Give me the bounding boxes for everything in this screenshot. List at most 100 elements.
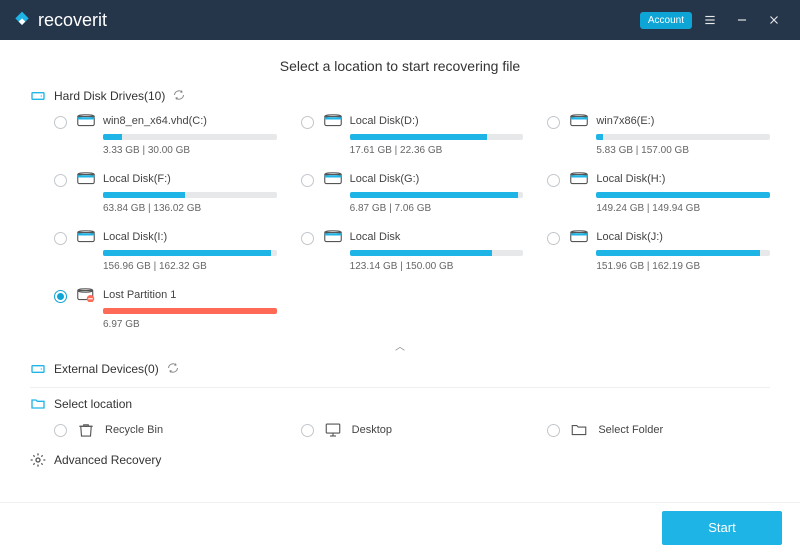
drive-size: 3.33 GB | 30.00 GB	[103, 145, 277, 156]
folder-icon	[570, 422, 588, 438]
drive-body: Local Disk(J:)151.96 GB | 162.19 GB	[570, 230, 770, 272]
drive-size: 149.24 GB | 149.94 GB	[596, 203, 770, 214]
disk-icon	[77, 230, 95, 244]
section-external-label: External Devices(0)	[54, 362, 159, 376]
drive-item[interactable]: win7x86(E:)5.83 GB | 157.00 GB	[547, 114, 770, 156]
location-label: Desktop	[352, 424, 392, 436]
drive-size: 156.96 GB | 162.32 GB	[103, 261, 277, 272]
drive-size: 6.87 GB | 7.06 GB	[350, 203, 524, 214]
drive-body: Lost Partition 1 6.97 GB	[77, 288, 277, 330]
folder-open-icon	[30, 396, 46, 412]
drive-body: win7x86(E:)5.83 GB | 157.00 GB	[570, 114, 770, 156]
radio-icon[interactable]	[547, 116, 560, 129]
radio-icon[interactable]	[301, 232, 314, 245]
usage-bar	[103, 308, 277, 314]
drive-name: Local Disk(D:)	[350, 115, 419, 127]
drive-item[interactable]: Local Disk(G:) 6.87 GB | 7.06 GB	[301, 172, 524, 214]
radio-icon[interactable]	[301, 116, 314, 129]
section-select-location[interactable]: Select location	[30, 396, 770, 412]
external-device-icon	[30, 361, 46, 377]
section-hard-disks-label: Hard Disk Drives(10)	[54, 89, 165, 103]
app-logo: recoverit	[12, 10, 640, 31]
account-button[interactable]: Account	[640, 12, 692, 29]
logo-icon	[12, 10, 32, 30]
radio-icon[interactable]	[301, 174, 314, 187]
drive-name: Local Disk(J:)	[596, 231, 663, 243]
drive-body: Local Disk(I:)156.96 GB | 162.32 GB	[77, 230, 277, 272]
desktop-icon	[324, 422, 342, 438]
page-title: Select a location to start recovering fi…	[30, 58, 770, 74]
usage-bar	[103, 134, 277, 140]
radio-icon[interactable]	[547, 232, 560, 245]
drive-item[interactable]: Local Disk(H:) 149.24 GB | 149.94 GB	[547, 172, 770, 214]
usage-bar	[103, 192, 277, 198]
minimize-icon[interactable]	[728, 6, 756, 34]
main-content: Select a location to start recovering fi…	[0, 40, 800, 502]
radio-icon[interactable]	[301, 424, 314, 437]
refresh-icon[interactable]	[167, 362, 179, 377]
app-name: recoverit	[38, 10, 107, 31]
radio-icon[interactable]	[54, 116, 67, 129]
drive-body: Local Disk(G:) 6.87 GB | 7.06 GB	[324, 172, 524, 214]
section-advanced-label: Advanced Recovery	[54, 453, 161, 467]
drive-name: Local Disk(H:)	[596, 173, 665, 185]
usage-bar	[596, 250, 770, 256]
location-item[interactable]: Select Folder	[547, 422, 770, 438]
radio-icon[interactable]	[54, 424, 67, 437]
location-row: Recycle Bin Desktop Select Folder	[30, 422, 770, 438]
drive-item[interactable]: Local Disk123.14 GB | 150.00 GB	[301, 230, 524, 272]
drive-item[interactable]: Lost Partition 1 6.97 GB	[54, 288, 277, 330]
drive-item[interactable]: win8_en_x64.vhd(C:) 3.33 GB | 30.00 GB	[54, 114, 277, 156]
section-external[interactable]: External Devices(0)	[30, 361, 770, 377]
disk-icon	[77, 114, 95, 128]
radio-icon[interactable]	[54, 232, 67, 245]
drive-item[interactable]: Local Disk(D:) 17.61 GB | 22.36 GB	[301, 114, 524, 156]
section-select-location-label: Select location	[54, 397, 132, 411]
usage-bar	[350, 192, 524, 198]
drive-size: 5.83 GB | 157.00 GB	[596, 145, 770, 156]
drive-name: Local Disk(G:)	[350, 173, 420, 185]
section-hard-disks[interactable]: Hard Disk Drives(10)	[30, 88, 770, 104]
collapse-toggle[interactable]: ︿	[30, 338, 770, 353]
drive-body: win8_en_x64.vhd(C:) 3.33 GB | 30.00 GB	[77, 114, 277, 156]
location-label: Recycle Bin	[105, 424, 163, 436]
usage-bar	[596, 134, 770, 140]
drive-item[interactable]: Local Disk(I:)156.96 GB | 162.32 GB	[54, 230, 277, 272]
drive-body: Local Disk(D:) 17.61 GB | 22.36 GB	[324, 114, 524, 156]
disk-icon	[570, 114, 588, 128]
disk-icon	[324, 172, 342, 186]
usage-bar	[350, 250, 524, 256]
drive-name: Lost Partition 1	[103, 289, 176, 301]
radio-icon[interactable]	[547, 174, 560, 187]
disk-icon	[324, 230, 342, 244]
usage-bar	[596, 192, 770, 198]
drive-body: Local Disk123.14 GB | 150.00 GB	[324, 230, 524, 272]
drive-item[interactable]: Local Disk(F:)63.84 GB | 136.02 GB	[54, 172, 277, 214]
usage-bar	[103, 250, 277, 256]
drive-size: 123.14 GB | 150.00 GB	[350, 261, 524, 272]
location-item[interactable]: Recycle Bin	[54, 422, 277, 438]
drive-item[interactable]: Local Disk(J:)151.96 GB | 162.19 GB	[547, 230, 770, 272]
hard-disk-icon	[30, 88, 46, 104]
disk-icon	[570, 230, 588, 244]
menu-icon[interactable]	[696, 6, 724, 34]
radio-icon[interactable]	[547, 424, 560, 437]
drive-size: 17.61 GB | 22.36 GB	[350, 145, 524, 156]
drive-body: Local Disk(H:) 149.24 GB | 149.94 GB	[570, 172, 770, 214]
radio-icon[interactable]	[54, 290, 67, 303]
disk-icon	[570, 172, 588, 186]
recycle-bin-icon	[77, 422, 95, 438]
start-button[interactable]: Start	[662, 511, 782, 545]
gear-icon	[30, 452, 46, 468]
drive-size: 6.97 GB	[103, 319, 277, 330]
disk-icon	[324, 114, 342, 128]
drive-name: win8_en_x64.vhd(C:)	[103, 115, 207, 127]
lost-disk-icon	[77, 288, 95, 302]
section-advanced[interactable]: Advanced Recovery	[30, 452, 770, 468]
usage-bar	[350, 134, 524, 140]
location-item[interactable]: Desktop	[301, 422, 524, 438]
refresh-icon[interactable]	[173, 89, 185, 104]
radio-icon[interactable]	[54, 174, 67, 187]
titlebar: recoverit Account	[0, 0, 800, 40]
close-icon[interactable]	[760, 6, 788, 34]
